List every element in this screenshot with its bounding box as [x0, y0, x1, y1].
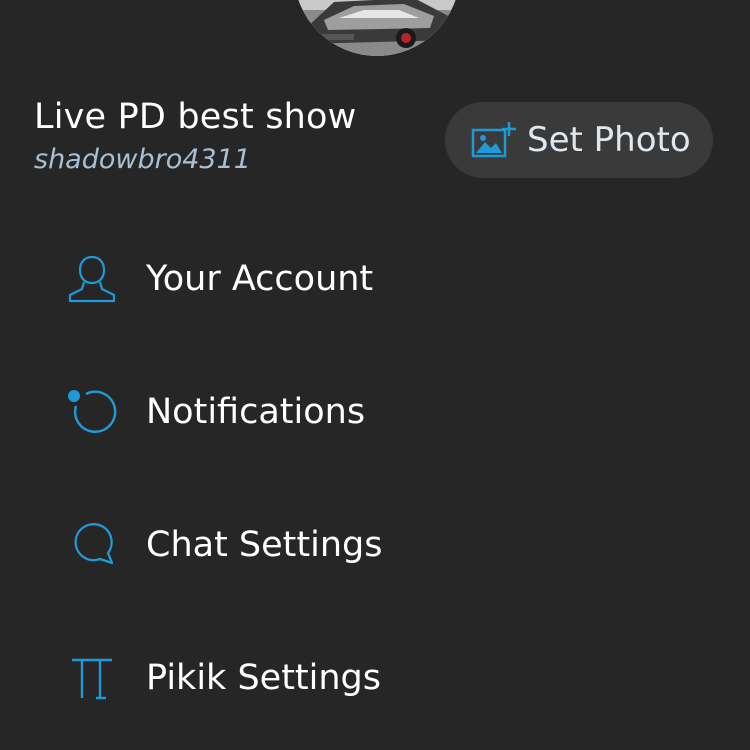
menu-item-label: Chat Settings: [146, 524, 383, 565]
username: shadowbro4311: [34, 144, 251, 175]
chat-bubble-icon: [64, 517, 120, 573]
set-photo-button[interactable]: Set Photo: [445, 102, 713, 178]
menu-item-label: Your Account: [146, 258, 374, 299]
set-photo-label: Set Photo: [527, 120, 691, 160]
add-photo-icon: [471, 120, 517, 160]
avatar-car-photo: [294, 0, 460, 56]
display-name: Live PD best show: [34, 97, 357, 137]
menu-item-pikik-settings[interactable]: Pikik Settings: [0, 611, 750, 744]
avatar[interactable]: [294, 0, 460, 56]
person-icon: [64, 251, 120, 307]
menu-item-your-account[interactable]: Your Account: [0, 212, 750, 345]
menu-item-chat-settings[interactable]: Chat Settings: [0, 478, 750, 611]
menu-item-label: Notifications: [146, 391, 366, 432]
notification-circle-icon: [64, 384, 120, 440]
menu-item-notifications[interactable]: Notifications: [0, 345, 750, 478]
settings-screen: Live PD best show shadowbro4311 Set Phot…: [0, 0, 750, 750]
menu-item-label: Pikik Settings: [146, 657, 382, 698]
pi-icon: [64, 650, 120, 706]
